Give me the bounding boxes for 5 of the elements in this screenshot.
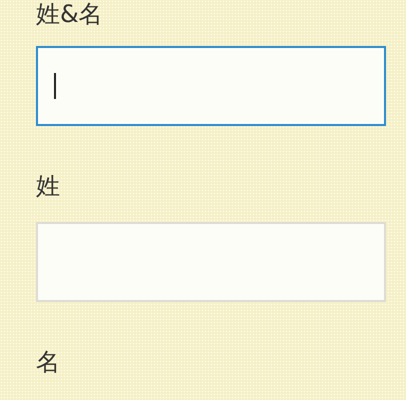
field-label: 姓&名 (36, 0, 104, 28)
field-label: 姓 (36, 172, 61, 200)
field-label: 名 (36, 348, 61, 376)
input-field[interactable] (36, 46, 386, 126)
text-cursor (54, 73, 56, 99)
